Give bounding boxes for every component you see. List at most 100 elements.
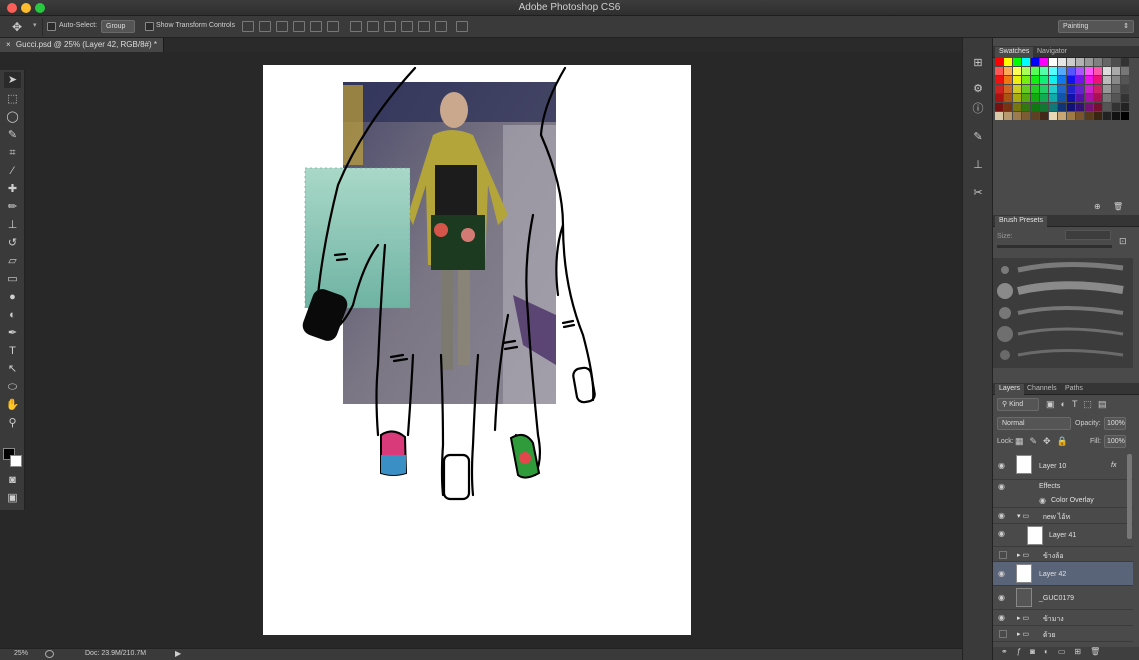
clone-stamp-tool-icon[interactable]: ⊥: [4, 217, 21, 233]
color-swatch[interactable]: [1067, 85, 1075, 93]
color-swatch[interactable]: [1112, 112, 1120, 120]
color-swatch[interactable]: [995, 67, 1003, 75]
layer-filter-icons[interactable]: ▣◐T⬚▤: [1046, 399, 1112, 410]
color-swatch[interactable]: [1049, 67, 1057, 75]
brush-tool-icon[interactable]: ✏: [4, 199, 21, 215]
color-swatch[interactable]: [1022, 112, 1030, 120]
color-swatch[interactable]: [1112, 85, 1120, 93]
color-swatch[interactable]: [1022, 67, 1030, 75]
color-swatch[interactable]: [1058, 76, 1066, 84]
lock-icons[interactable]: ▦✎✥🔒: [1015, 436, 1074, 447]
tab-layers[interactable]: Layers: [995, 384, 1025, 395]
background-color-swatch[interactable]: [10, 455, 22, 467]
color-swatch[interactable]: [995, 112, 1003, 120]
eyedropper-tool-icon[interactable]: ⁄: [4, 163, 21, 179]
color-swatch[interactable]: [1085, 67, 1093, 75]
color-swatch[interactable]: [1067, 94, 1075, 102]
tab-close-icon[interactable]: ×: [6, 40, 11, 49]
color-swatch[interactable]: [1067, 112, 1075, 120]
align-vcenter-icon[interactable]: [259, 21, 271, 32]
document-tab[interactable]: × Gucci.psd @ 25% (Layer 42, RGB/8#) *: [0, 38, 164, 52]
fx-icon[interactable]: fx: [1111, 462, 1116, 469]
color-swatch[interactable]: [1067, 67, 1075, 75]
color-swatch[interactable]: [995, 76, 1003, 84]
layer-group-row[interactable]: ◉ ▸ ▭ ข้ามาง: [993, 610, 1133, 626]
fill-field[interactable]: 100%: [1104, 435, 1126, 448]
color-swatch[interactable]: [1031, 112, 1039, 120]
color-swatch[interactable]: [1004, 103, 1012, 111]
tab-paths[interactable]: Paths: [1061, 384, 1087, 395]
color-swatch[interactable]: [1004, 112, 1012, 120]
color-swatch[interactable]: [1004, 85, 1012, 93]
color-swatch[interactable]: [1022, 58, 1030, 66]
layers-scrollbar[interactable]: [1127, 454, 1132, 539]
visibility-eye-icon[interactable]: ◉: [998, 570, 1008, 578]
color-swatch[interactable]: [1121, 85, 1129, 93]
distribute-vcenter-icon[interactable]: [367, 21, 379, 32]
color-swatch[interactable]: [1067, 103, 1075, 111]
chevron-right-icon[interactable]: ▸ ▭: [1017, 551, 1029, 559]
trash-icon[interactable]: 🗑: [1113, 202, 1123, 211]
layer-row[interactable]: ◉ Layer 10 fx: [993, 452, 1133, 480]
visibility-eye-icon[interactable]: ◉: [998, 530, 1008, 538]
actions-icon[interactable]: ⚙: [971, 82, 985, 96]
color-swatch[interactable]: [1040, 94, 1048, 102]
zoom-tool-icon[interactable]: ⚲: [4, 415, 21, 431]
color-swatch[interactable]: [1121, 94, 1129, 102]
color-swatch[interactable]: [995, 58, 1003, 66]
auto-select-checkbox[interactable]: [47, 22, 56, 31]
color-swatch[interactable]: [1112, 76, 1120, 84]
color-swatch[interactable]: [1076, 103, 1084, 111]
color-swatch[interactable]: [1121, 103, 1129, 111]
blur-tool-icon[interactable]: ●: [4, 289, 21, 305]
color-swatch[interactable]: [1094, 103, 1102, 111]
color-swatch[interactable]: [1004, 94, 1012, 102]
color-swatch[interactable]: [1094, 58, 1102, 66]
align-right-icon[interactable]: [327, 21, 339, 32]
color-swatch[interactable]: [1103, 85, 1111, 93]
tab-navigator[interactable]: Navigator: [1033, 47, 1071, 58]
color-swatch[interactable]: [1040, 76, 1048, 84]
chevron-down-icon[interactable]: ▾: [33, 21, 37, 29]
info-icon[interactable]: [45, 650, 54, 658]
color-swatch[interactable]: [1085, 85, 1093, 93]
color-swatch[interactable]: [1004, 58, 1012, 66]
effects-row[interactable]: ◉ Effects: [993, 480, 1133, 494]
color-swatch[interactable]: [1013, 67, 1021, 75]
chevron-down-icon[interactable]: ▾ ▭: [1017, 512, 1029, 520]
color-swatch[interactable]: [1013, 94, 1021, 102]
color-swatch[interactable]: [1040, 67, 1048, 75]
color-swatch[interactable]: [1040, 103, 1048, 111]
history-icon[interactable]: ⊞: [971, 56, 985, 70]
color-swatch[interactable]: [1067, 58, 1075, 66]
color-swatch[interactable]: [1004, 67, 1012, 75]
brush-panel-icon[interactable]: ✎: [971, 130, 985, 144]
quick-select-tool-icon[interactable]: ✎: [4, 127, 21, 143]
color-swatch[interactable]: [1103, 58, 1111, 66]
move-tool-icon[interactable]: ➤: [4, 72, 21, 88]
quick-mask-icon[interactable]: ◙: [4, 472, 21, 488]
visibility-off-box[interactable]: [999, 630, 1007, 638]
color-swatch[interactable]: [1013, 103, 1021, 111]
layer-group-row[interactable]: ◉ ▾ ▭ new ไอ้ห: [993, 508, 1133, 524]
color-swatch[interactable]: [1049, 103, 1057, 111]
color-swatch[interactable]: [1094, 94, 1102, 102]
brush-preset-icon[interactable]: ⊡: [1119, 236, 1127, 247]
color-swatch[interactable]: [1121, 112, 1129, 120]
color-swatch[interactable]: [1076, 67, 1084, 75]
color-swatch[interactable]: [1058, 103, 1066, 111]
color-swatch[interactable]: [1094, 112, 1102, 120]
color-swatch[interactable]: [1058, 58, 1066, 66]
color-swatch[interactable]: [1013, 112, 1021, 120]
color-swatch[interactable]: [1103, 67, 1111, 75]
opacity-field[interactable]: 100%: [1104, 417, 1126, 430]
healing-brush-tool-icon[interactable]: ✚: [4, 181, 21, 197]
color-swatch[interactable]: [1031, 85, 1039, 93]
color-swatch[interactable]: [1058, 85, 1066, 93]
new-swatch-icon[interactable]: ⊕: [1094, 202, 1101, 211]
color-swatch[interactable]: [995, 103, 1003, 111]
color-swatch[interactable]: [1085, 103, 1093, 111]
history-brush-tool-icon[interactable]: ↺: [4, 235, 21, 251]
color-swatch[interactable]: [1031, 76, 1039, 84]
color-swatch[interactable]: [1112, 58, 1120, 66]
